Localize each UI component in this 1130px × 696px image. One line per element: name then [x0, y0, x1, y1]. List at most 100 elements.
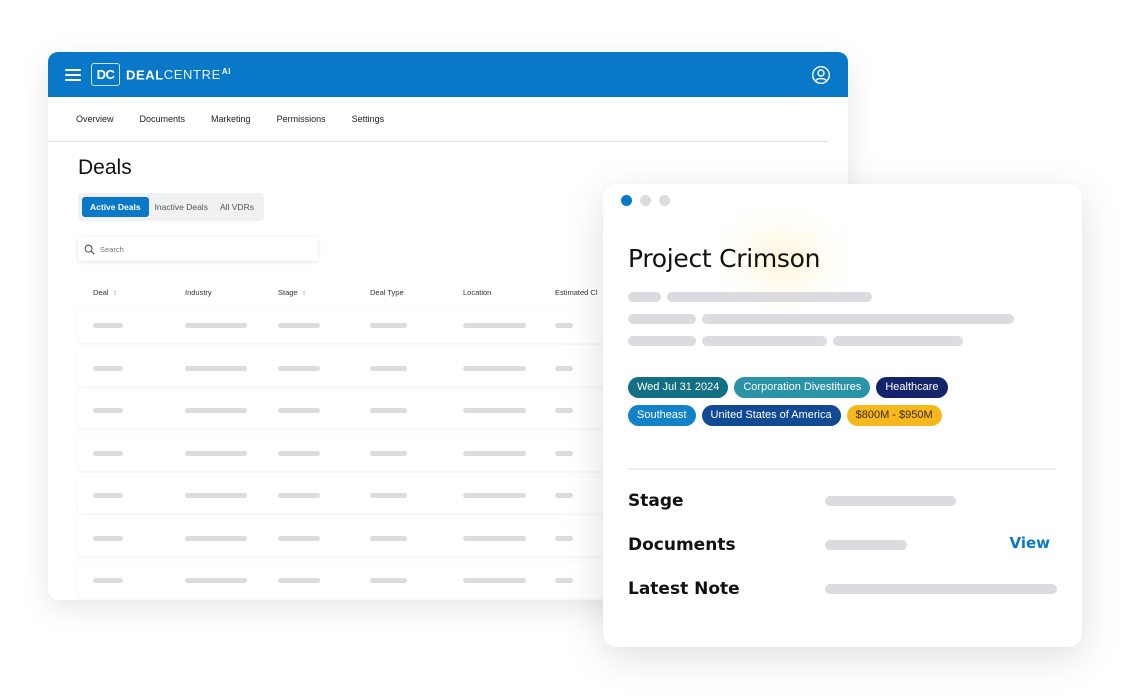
logo-mark: DC [91, 63, 120, 86]
divider [628, 468, 1056, 470]
skeleton-cell [278, 365, 320, 371]
deal-title: Project Crimson [628, 244, 821, 273]
nav-settings[interactable]: Settings [352, 114, 385, 124]
tag-region[interactable]: Southeast [628, 405, 696, 426]
tag-date[interactable]: Wed Jul 31 2024 [628, 377, 729, 398]
tag-industry[interactable]: Healthcare [876, 377, 948, 398]
deal-tags: Wed Jul 31 2024 Corporation Divestitures… [628, 377, 1048, 433]
pager-dot-3[interactable] [659, 195, 670, 206]
skeleton-line [628, 336, 696, 346]
skeleton-cell [93, 323, 123, 328]
skeleton-cell [463, 535, 526, 541]
skeleton-cell [370, 493, 407, 498]
table-header: Deal ⇕ Industry Stage ⇕ Deal Type Location… [78, 282, 638, 302]
column-label: Industry [185, 288, 212, 297]
pager-dot-1[interactable] [621, 195, 632, 206]
skeleton-cell [463, 578, 526, 583]
table-row[interactable] [78, 393, 638, 428]
table-row[interactable] [78, 435, 638, 471]
column-header-deal-type: Deal Type [370, 288, 404, 297]
carousel-pager [621, 195, 678, 206]
skeleton-cell [555, 450, 573, 456]
skeleton-line [833, 336, 963, 346]
skeleton-cell [278, 408, 320, 413]
skeleton-cell [185, 578, 247, 583]
tag-row: Wed Jul 31 2024 Corporation Divestitures… [628, 377, 1048, 398]
skeleton-cell [185, 323, 247, 328]
skeleton-cell [278, 450, 320, 456]
skeleton-cell [555, 365, 573, 371]
user-circle-icon[interactable] [811, 65, 831, 85]
table-row[interactable] [78, 308, 638, 343]
skeleton-line [667, 292, 872, 302]
pager-dot-2[interactable] [640, 195, 651, 206]
skeleton-cell [185, 450, 247, 456]
skeleton-line [628, 314, 696, 324]
tag-country[interactable]: United States of America [701, 405, 841, 426]
search-box [78, 237, 318, 261]
stage: DC DEALCENTREAI Overview Documents Marke… [0, 0, 1130, 696]
brand-sup: AI [221, 66, 232, 76]
skeleton-cell [463, 323, 526, 328]
skeleton-cell [555, 578, 573, 583]
skeleton-cell [370, 535, 407, 541]
nav-permissions[interactable]: Permissions [277, 114, 326, 124]
skeleton-cell [185, 493, 247, 498]
property-label-latest-note: Latest Note [628, 579, 740, 599]
logo-wordmark: DEALCENTREAI [126, 67, 231, 82]
skeleton-cell [555, 408, 573, 413]
table-row[interactable] [78, 350, 638, 386]
search-icon [84, 244, 95, 254]
column-header-industry: Industry [185, 288, 212, 297]
column-label: Stage [278, 288, 298, 297]
skeleton-cell [93, 535, 123, 541]
page-title: Deals [78, 156, 132, 179]
search-input[interactable] [100, 244, 300, 254]
table-row[interactable] [78, 520, 638, 556]
skeleton-cell [463, 450, 526, 456]
skeleton-line [702, 336, 827, 346]
table-row[interactable] [78, 563, 638, 598]
view-documents-link[interactable]: View [1009, 534, 1050, 552]
tab-all-vdrs[interactable]: All VDRs [214, 197, 260, 217]
tab-active-deals[interactable]: Active Deals [82, 197, 149, 217]
documents-value-skeleton [825, 540, 907, 550]
top-bar: DC DEALCENTREAI [48, 52, 848, 97]
skeleton-cell [93, 450, 123, 456]
skeleton-cell [93, 578, 123, 583]
deal-detail-card: Project Crimson Wed Jul 31 2024 Corporat… [603, 184, 1082, 647]
skeleton-cell [93, 493, 123, 498]
skeleton-cell [185, 535, 247, 541]
tab-inactive-deals[interactable]: Inactive Deals [149, 197, 214, 217]
skeleton-cell [185, 408, 247, 413]
skeleton-cell [93, 365, 123, 371]
column-header-location: Location [463, 288, 491, 297]
brand-light: CENTRE [163, 67, 221, 83]
skeleton-cell [93, 408, 123, 413]
skeleton-cell [185, 365, 247, 371]
table-row[interactable] [78, 478, 638, 513]
skeleton-cell [278, 323, 320, 328]
skeleton-cell [278, 493, 320, 498]
skeleton-line [628, 292, 661, 302]
nav-documents[interactable]: Documents [140, 114, 186, 124]
column-header-deal[interactable]: Deal ⇕ [93, 288, 117, 297]
hamburger-icon[interactable] [65, 68, 81, 81]
tag-deal-type[interactable]: Corporation Divestitures [734, 377, 871, 398]
property-label-documents: Documents [628, 535, 736, 555]
sort-icon[interactable]: ⇕ [112, 291, 117, 297]
tag-row: Southeast United States of America $800M… [628, 405, 1048, 426]
nav-overview[interactable]: Overview [76, 114, 114, 124]
sort-icon[interactable]: ⇕ [302, 291, 307, 297]
nav-marketing[interactable]: Marketing [211, 114, 251, 124]
tag-valuation[interactable]: $800M - $950M [846, 405, 942, 426]
skeleton-cell [555, 493, 573, 498]
skeleton-cell [370, 578, 407, 583]
skeleton-cell [463, 365, 526, 371]
skeleton-cell [555, 535, 573, 541]
skeleton-cell [555, 323, 573, 328]
property-label-stage: Stage [628, 491, 684, 511]
brand-bold: DEAL [126, 67, 164, 83]
logo[interactable]: DC DEALCENTREAI [91, 63, 231, 86]
column-header-stage[interactable]: Stage ⇕ [278, 288, 307, 297]
